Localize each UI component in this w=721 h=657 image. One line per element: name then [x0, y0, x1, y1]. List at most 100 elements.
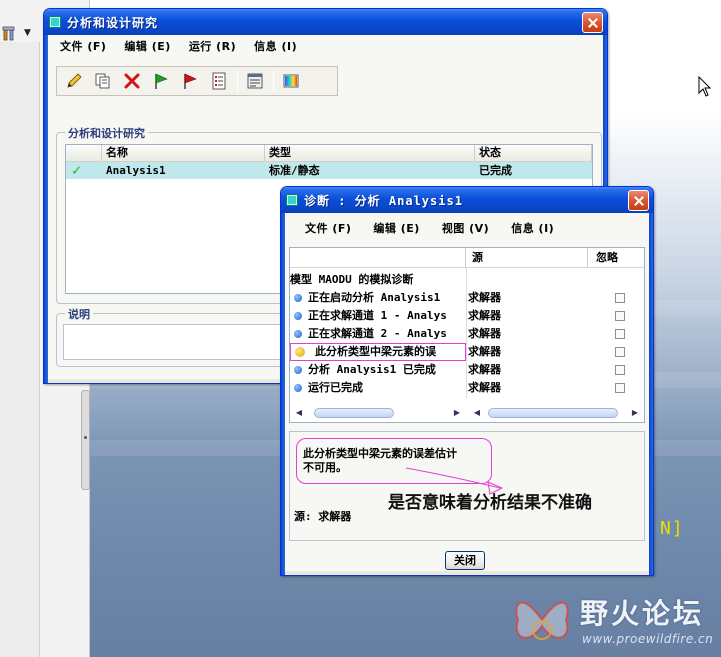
info-icon	[294, 384, 302, 392]
mouse-cursor-icon	[698, 75, 712, 101]
main-window-titlebar[interactable]: 分析和设计研究	[44, 9, 607, 35]
diag-source: 求解器	[468, 291, 501, 304]
menu-view[interactable]: 视图 (V)	[442, 220, 489, 236]
butterfly-logo-icon	[515, 601, 569, 640]
diag-source: 求解器	[468, 363, 501, 376]
list-item[interactable]: 运行已完成 求解器	[290, 379, 644, 397]
info-icon	[294, 330, 302, 338]
diagnostic-detail-panel: 此分析类型中梁元素的误差估计 不可用。 是否意味着分析结果不准确 源: 求解器	[289, 431, 645, 541]
window-app-icon	[286, 194, 298, 206]
main-window-title: 分析和设计研究	[67, 15, 159, 30]
annotation-arrow-icon	[405, 467, 504, 495]
warning-icon	[295, 347, 305, 357]
main-toolbar	[56, 66, 338, 96]
main-window-close-button[interactable]	[582, 12, 603, 33]
study-list-header: 名称 类型 状态	[66, 145, 592, 162]
ignore-checkbox[interactable]	[615, 311, 625, 321]
diag-menubar: 文件 (F) 编辑 (E) 视图 (V) 信息 (I)	[285, 213, 649, 243]
row-type: 标准/静态	[269, 164, 320, 177]
menu-edit[interactable]: 编辑 (E)	[124, 38, 170, 54]
diag-message: 分析 Analysis1 已完成	[308, 363, 436, 376]
tools-icon[interactable]	[2, 26, 18, 42]
watermark-url: www.proewildfire.cn	[582, 632, 714, 646]
copy-icon[interactable]	[92, 70, 114, 92]
scroll-right-icon[interactable]: ▶	[628, 406, 642, 420]
model-tree-strip	[0, 42, 40, 657]
menu-file[interactable]: 文件 (F)	[60, 38, 106, 54]
list-item-selected-warning[interactable]: 此分析类型中梁元素的误 求解器	[290, 343, 644, 361]
diag-window-titlebar[interactable]: 诊断 : 分析 Analysis1	[281, 187, 653, 213]
close-button[interactable]: 关闭	[445, 551, 485, 570]
diag-message: 此分析类型中梁元素的误	[315, 345, 436, 358]
graph-icon[interactable]	[280, 70, 302, 92]
graphics-bracket-text: N]	[660, 518, 684, 539]
main-menubar: 文件 (F) 编辑 (E) 运行 (R) 信息 (I)	[48, 35, 603, 57]
ignore-checkbox[interactable]	[615, 347, 625, 357]
window-app-icon	[49, 16, 61, 28]
diag-source: 求解器	[468, 327, 501, 340]
diag-source: 求解器	[468, 381, 501, 394]
diag-message: 正在求解通道 1 - Analys	[308, 309, 447, 322]
description-label: 说明	[65, 306, 93, 322]
diag-list-header: 源 忽略	[290, 248, 644, 268]
diag-message: 运行已完成	[308, 381, 363, 394]
list-item[interactable]: 分析 Analysis1 已完成 求解器	[290, 361, 644, 379]
delete-icon[interactable]	[121, 70, 143, 92]
ignore-checkbox[interactable]	[615, 383, 625, 393]
menu-edit[interactable]: 编辑 (E)	[373, 220, 419, 236]
column-header-message[interactable]	[290, 248, 466, 267]
menu-run[interactable]: 运行 (R)	[189, 38, 236, 54]
diag-model-heading: 模型 MAODU 的模拟诊断	[290, 271, 644, 289]
diag-window-body: 文件 (F) 编辑 (E) 视图 (V) 信息 (I) 源 忽略 模型 MAOD…	[285, 213, 649, 571]
right-horizontal-scrollbar[interactable]: ◀ ▶	[470, 406, 642, 420]
table-row[interactable]: ✓ Analysis1 标准/静态 已完成	[66, 162, 592, 179]
diag-source: 求解器	[468, 345, 501, 358]
ignore-checkbox[interactable]	[615, 365, 625, 375]
ignore-checkbox[interactable]	[615, 329, 625, 339]
row-name: Analysis1	[106, 164, 166, 177]
diag-source: 求解器	[468, 309, 501, 322]
scroll-thumb[interactable]	[314, 408, 394, 418]
red-flag-icon[interactable]	[179, 70, 201, 92]
column-header-status[interactable]: 状态	[475, 145, 592, 161]
pencil-icon[interactable]	[63, 70, 85, 92]
detail-source: 源: 求解器	[294, 510, 352, 523]
info-icon	[294, 294, 302, 302]
menu-info[interactable]: 信息 (I)	[511, 220, 554, 236]
left-horizontal-scrollbar[interactable]: ◀ ▶	[292, 406, 464, 420]
diagnostics-window: 诊断 : 分析 Analysis1 文件 (F) 编辑 (E) 视图 (V) 信…	[280, 186, 654, 576]
watermark-name: 野火论坛	[580, 597, 705, 630]
scroll-right-icon[interactable]: ▶	[450, 406, 464, 420]
column-header-name[interactable]: 名称	[102, 145, 265, 161]
menu-info[interactable]: 信息 (I)	[254, 38, 297, 54]
ignore-checkbox[interactable]	[615, 293, 625, 303]
model-heading-text: 模型 MAODU 的模拟诊断	[290, 273, 414, 286]
chevron-down-icon[interactable]: ▼	[24, 28, 31, 38]
diagnostic-list: 源 忽略 模型 MAODU 的模拟诊断 正在启动分析 Analysis1 求解器…	[289, 247, 645, 423]
scroll-thumb[interactable]	[488, 408, 618, 418]
diag-message: 正在启动分析 Analysis1	[308, 291, 441, 304]
row-status: 已完成	[479, 164, 512, 177]
info-icon	[294, 366, 302, 374]
list-item[interactable]: 正在求解通道 2 - Analys 求解器	[290, 325, 644, 343]
scroll-left-icon[interactable]: ◀	[292, 406, 306, 420]
menu-file[interactable]: 文件 (F)	[305, 220, 351, 236]
header-spacer	[66, 145, 102, 161]
check-icon: ✓	[72, 161, 82, 179]
diag-window-title: 诊断 : 分析 Analysis1	[304, 193, 463, 208]
info-panel-icon[interactable]	[244, 70, 266, 92]
list-item[interactable]: 正在求解通道 1 - Analys 求解器	[290, 307, 644, 325]
column-header-ignore[interactable]: 忽略	[588, 248, 644, 267]
column-header-type[interactable]: 类型	[265, 145, 475, 161]
user-annotation: 是否意味着分析结果不准确	[388, 493, 592, 513]
diag-message: 正在求解通道 2 - Analys	[308, 327, 447, 340]
green-flag-icon[interactable]	[150, 70, 172, 92]
study-group-label: 分析和设计研究	[65, 125, 148, 141]
info-icon	[294, 312, 302, 320]
diag-window-close-button[interactable]	[628, 190, 649, 211]
list-item[interactable]: 正在启动分析 Analysis1 求解器	[290, 289, 644, 307]
list-icon[interactable]	[208, 70, 230, 92]
scroll-left-icon[interactable]: ◀	[470, 406, 484, 420]
column-header-source[interactable]: 源	[466, 248, 588, 267]
panel-splitter[interactable]	[81, 390, 90, 490]
